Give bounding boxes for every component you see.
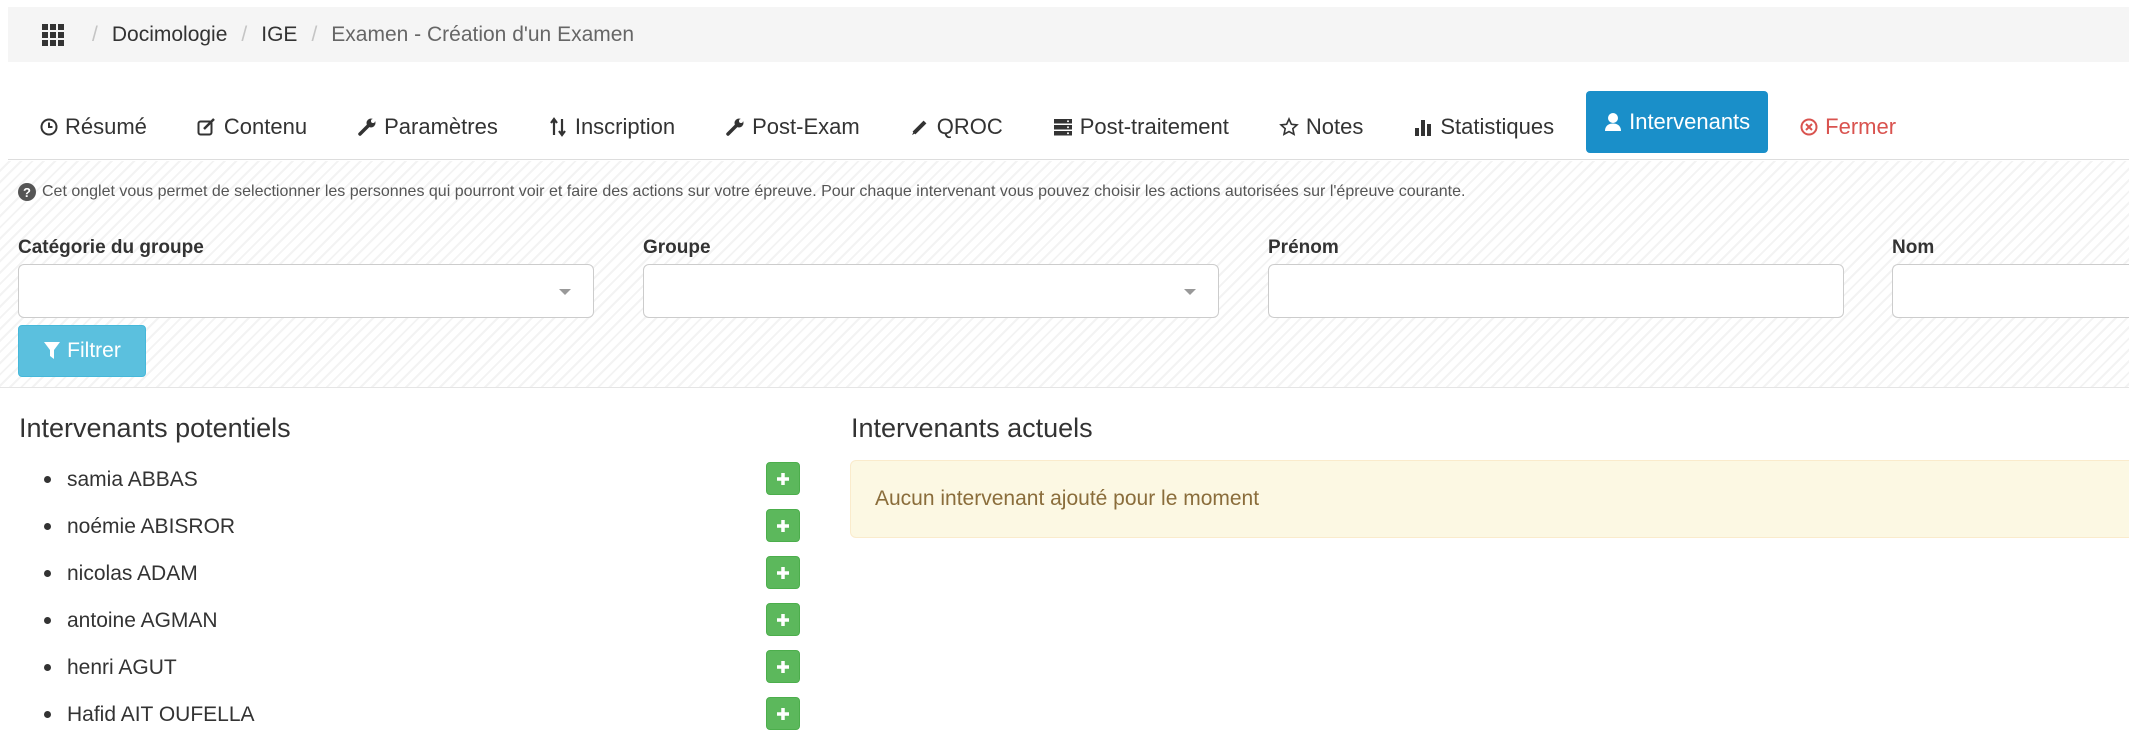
category-label: Catégorie du groupe [18, 237, 204, 258]
current-title: Intervenants actuels [851, 413, 1093, 443]
person-name: nicolas ADAM [67, 561, 198, 585]
breadcrumb-separator: / [241, 22, 248, 46]
breadcrumb-item-ige[interactable]: IGE [261, 23, 297, 47]
sort-icon [548, 117, 568, 137]
tab-label: Notes [1305, 114, 1364, 139]
tab-inscription[interactable]: Inscription [530, 95, 693, 159]
question-circle-icon: ? [18, 183, 36, 201]
tab-label: Statistiques [1440, 114, 1555, 139]
list-item: nicolas ADAM [44, 550, 804, 597]
group-select[interactable] [643, 264, 1219, 318]
bullet [44, 711, 51, 718]
empty-alert: Aucun intervenant ajouté pour le moment [850, 460, 2129, 538]
bullet [44, 664, 51, 671]
lastname-label: Nom [1892, 237, 1935, 258]
breadcrumb: / Docimologie / IGE / Examen - Création … [8, 7, 2129, 62]
tab-parametres[interactable]: Paramètres [339, 95, 516, 159]
plus-icon [777, 519, 789, 532]
person-name: samia ABBAS [67, 467, 198, 491]
tab-label: Intervenants [1629, 109, 1751, 134]
server-icon [1053, 118, 1073, 136]
person-name: henri AGUT [67, 655, 177, 679]
tab-post-traitement[interactable]: Post-traitement [1035, 95, 1247, 159]
tab-resume[interactable]: Résumé [22, 95, 165, 159]
list-item: Hafid AIT OUFELLA [44, 691, 804, 738]
tab-bar: Résumé Contenu Paramètres Inscription Po… [8, 88, 2129, 160]
tab-label: Paramètres [384, 114, 498, 139]
person-name: noémie ABISROR [67, 514, 236, 538]
potential-list: samia ABBAS noémie ABISROR nicolas ADAM … [44, 456, 804, 738]
chevron-down-icon [559, 289, 571, 295]
tab-fermer[interactable]: Fermer [1782, 95, 1914, 159]
group-label: Groupe [643, 237, 711, 258]
bullet [44, 570, 51, 577]
tab-notes[interactable]: Notes [1261, 95, 1381, 159]
filter-icon [44, 342, 61, 359]
plus-icon [777, 660, 789, 673]
add-person-button[interactable] [766, 697, 800, 730]
filter-button-label: Filtrer [67, 339, 121, 362]
firstname-input[interactable] [1268, 264, 1844, 318]
tab-label: QROC [936, 114, 1003, 139]
apps-grid-icon[interactable] [42, 23, 64, 46]
clock-icon [40, 118, 58, 136]
bar-chart-icon [1413, 117, 1433, 137]
tab-post-exam[interactable]: Post-Exam [707, 95, 878, 159]
info-text: ? Cet onglet vous permet de selectionner… [18, 183, 1465, 201]
tab-statistiques[interactable]: Statistiques [1395, 95, 1572, 159]
pencil-icon [910, 117, 930, 137]
firstname-label: Prénom [1268, 237, 1339, 258]
plus-icon [777, 707, 789, 720]
add-person-button[interactable] [766, 650, 800, 683]
person-name: antoine AGMAN [67, 608, 218, 632]
tab-label: Fermer [1825, 114, 1897, 139]
info-message: Cet onglet vous permet de selectionner l… [42, 183, 1466, 200]
person-name: Hafid AIT OUFELLA [67, 702, 255, 726]
filters-panel: ? Cet onglet vous permet de selectionner… [0, 161, 2129, 388]
plus-icon [777, 472, 789, 485]
lastname-input[interactable] [1892, 264, 2129, 318]
filter-button[interactable]: Filtrer [18, 325, 146, 377]
tab-qroc[interactable]: QROC [892, 95, 1021, 159]
tab-label: Contenu [223, 114, 308, 139]
star-icon [1279, 117, 1299, 137]
tab-contenu[interactable]: Contenu [179, 95, 325, 159]
potential-title: Intervenants potentiels [19, 413, 291, 443]
breadcrumb-item-docimologie[interactable]: Docimologie [112, 23, 228, 47]
breadcrumb-item-current: Examen - Création d'un Examen [331, 22, 635, 46]
bullet [44, 523, 51, 530]
circle-x-icon [1800, 118, 1818, 136]
edit-icon [197, 118, 217, 136]
list-item: noémie ABISROR [44, 503, 804, 550]
list-item: henri AGUT [44, 644, 804, 691]
plus-icon [777, 613, 789, 626]
add-person-button[interactable] [766, 462, 800, 495]
tab-intervenants[interactable]: Intervenants [1586, 91, 1769, 153]
tab-label: Résumé [65, 114, 147, 139]
list-item: samia ABBAS [44, 456, 804, 503]
tab-label: Post-Exam [752, 114, 860, 139]
breadcrumb-separator: / [311, 22, 318, 46]
tab-label: Inscription [574, 114, 676, 139]
bullet [44, 617, 51, 624]
wrench-icon [357, 117, 377, 137]
empty-message: Aucun intervenant ajouté pour le moment [875, 487, 1260, 510]
add-person-button[interactable] [766, 556, 800, 589]
list-item: antoine AGMAN [44, 597, 804, 644]
breadcrumb-separator: / [92, 22, 98, 46]
category-select[interactable] [18, 264, 594, 318]
plus-icon [777, 566, 789, 579]
bullet [44, 476, 51, 483]
tab-label: Post-traitement [1079, 114, 1229, 139]
add-person-button[interactable] [766, 509, 800, 542]
add-person-button[interactable] [766, 603, 800, 636]
wrench-icon [725, 117, 745, 137]
chevron-down-icon [1184, 289, 1196, 295]
user-icon [1604, 112, 1622, 132]
